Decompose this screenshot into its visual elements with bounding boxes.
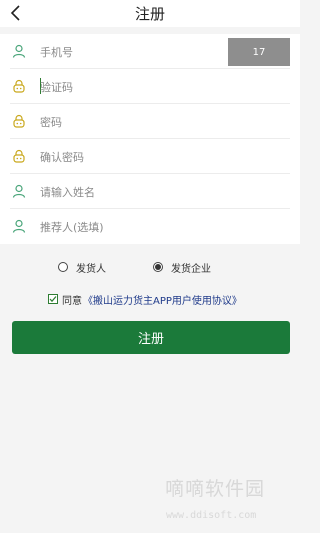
radio-shipper[interactable]: 发货人 xyxy=(58,260,106,275)
radio-circle xyxy=(58,262,68,272)
agreement-checkbox[interactable] xyxy=(48,294,58,304)
get-code-button[interactable]: 17 xyxy=(228,38,290,66)
password-input[interactable] xyxy=(40,113,220,131)
register-form: 17 xyxy=(0,34,300,244)
lock-icon xyxy=(13,79,25,93)
name-input[interactable] xyxy=(40,183,220,201)
agreement-row: 同意 《搬山运力货主APP用户使用协议》 xyxy=(48,292,242,307)
watermark-text: 嘀嘀软件园 xyxy=(165,478,266,500)
header-bar: 注册 xyxy=(0,0,300,27)
radio-label: 发货企业 xyxy=(171,263,211,275)
password-row xyxy=(0,104,300,139)
register-button[interactable]: 注册 xyxy=(12,321,290,354)
agreement-link[interactable]: 《搬山运力货主APP用户使用协议》 xyxy=(83,292,242,307)
role-radio-group: 发货人 发货企业 xyxy=(0,258,300,276)
lock-icon xyxy=(13,149,25,163)
page-title: 注册 xyxy=(134,5,165,23)
confirm-password-input[interactable] xyxy=(40,148,220,166)
user-icon xyxy=(12,44,26,58)
name-row xyxy=(0,174,300,209)
radio-circle-selected xyxy=(153,262,163,272)
agreement-prefix: 同意 xyxy=(62,295,82,307)
radio-shipper-company[interactable]: 发货企业 xyxy=(153,260,211,275)
code-input[interactable] xyxy=(40,78,220,96)
phone-row: 17 xyxy=(0,34,300,69)
referrer-row xyxy=(0,209,300,244)
user-icon xyxy=(12,184,26,198)
radio-label: 发货人 xyxy=(76,263,106,275)
lock-icon xyxy=(13,114,25,128)
user-icon xyxy=(12,219,26,233)
phone-input[interactable] xyxy=(40,43,220,61)
watermark-url: www.ddisoft.com xyxy=(166,510,257,521)
confirm-password-row xyxy=(0,139,300,174)
check-icon xyxy=(49,296,57,303)
referrer-input[interactable] xyxy=(40,218,220,236)
code-row xyxy=(0,69,300,104)
